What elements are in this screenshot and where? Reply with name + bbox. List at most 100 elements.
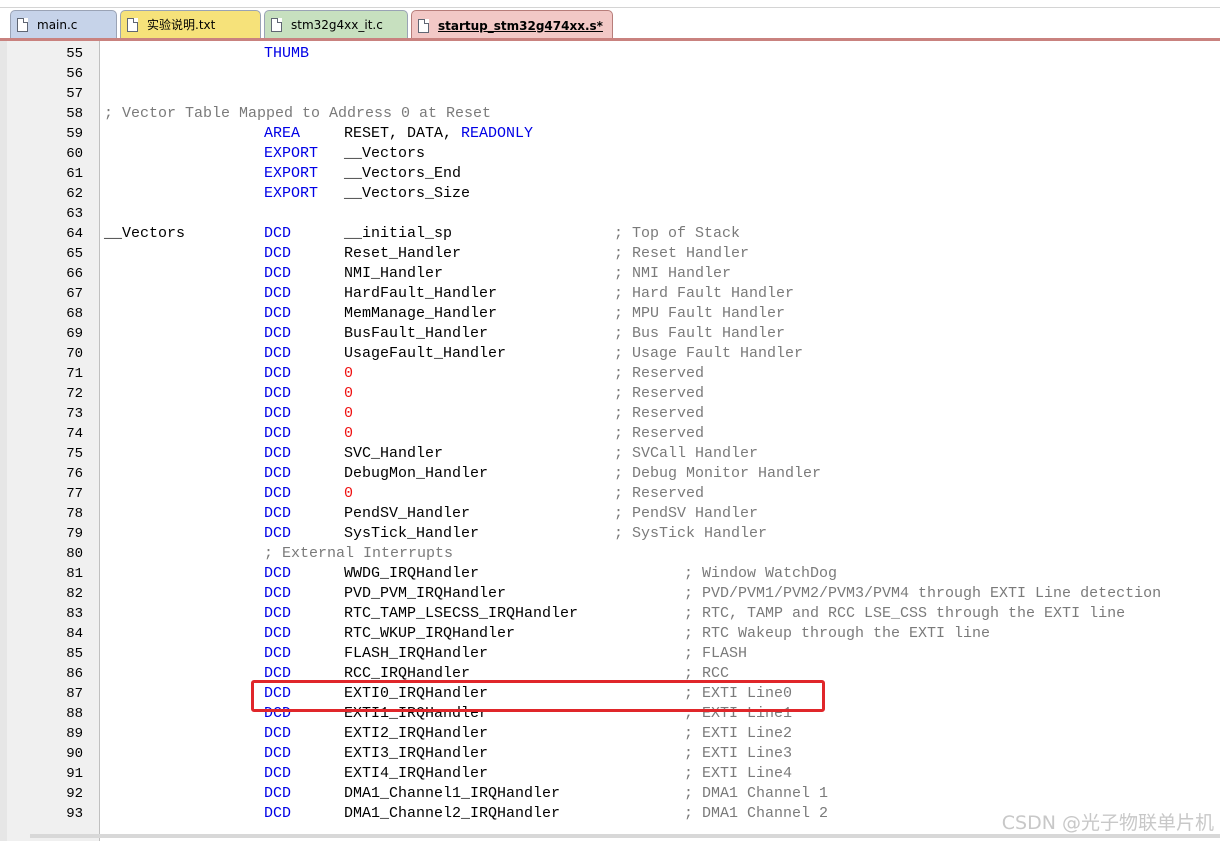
- file-icon: [127, 17, 138, 32]
- code-comment: ; Usage Fault Handler: [614, 345, 804, 362]
- line-number: 70: [66, 346, 83, 362]
- code-comment: ; Reserved: [614, 485, 705, 502]
- code-line[interactable]: 63: [0, 204, 1220, 224]
- code-number: 0: [344, 425, 354, 442]
- code-keyword: READONLY: [461, 125, 534, 142]
- code-operand: BusFault_Handler: [344, 324, 488, 344]
- code-directive: DCD: [264, 565, 292, 582]
- line-number: 69: [66, 326, 83, 342]
- line-number: 56: [66, 66, 83, 82]
- code-directive: DCD: [264, 405, 292, 422]
- code-line[interactable]: 89 DCD EXTI2_IRQHandler ; EXTI Line2: [0, 724, 1220, 744]
- code-operand: NMI_Handler: [344, 264, 443, 284]
- code-line[interactable]: 60 EXPORT __Vectors: [0, 144, 1220, 164]
- line-number: 68: [66, 306, 83, 322]
- code-operand: RTC_WKUP_IRQHandler: [344, 624, 515, 644]
- code-line[interactable]: 78 DCD PendSV_Handler ; PendSV Handler: [0, 504, 1220, 524]
- tab-label: main.c: [37, 17, 78, 32]
- code-directive: DCD: [264, 625, 292, 642]
- code-line[interactable]: 66 DCD NMI_Handler ; NMI Handler: [0, 264, 1220, 284]
- line-number: 76: [66, 466, 83, 482]
- code-symbol: DMA1_Channel2_IRQHandler: [344, 805, 561, 822]
- code-line[interactable]: 64 __Vectors DCD __initial_sp ; Top of Stack: [0, 224, 1220, 244]
- line-number: 92: [66, 786, 83, 802]
- code-line[interactable]: 92 DCD DMA1_Channel1_IRQHandler ; DMA1 Chan…: [0, 784, 1220, 804]
- code-operand: DebugMon_Handler: [344, 464, 488, 484]
- tab-label: stm32g4xx_it.c: [291, 17, 383, 32]
- code-symbol: DebugMon_Handler: [344, 465, 489, 482]
- line-number: 72: [66, 386, 83, 402]
- code-comment: ; DMA1 Channel 2: [684, 805, 829, 822]
- code-number: 0: [344, 405, 354, 422]
- code-line[interactable]: 71 DCD 0 ; Reserved: [0, 364, 1220, 384]
- code-operand: EXTI2_IRQHandler: [344, 724, 488, 744]
- code-line[interactable]: 74 DCD 0 ; Reserved: [0, 424, 1220, 444]
- code-line[interactable]: 82 DCD PVD_PVM_IRQHandler ; PVD/PVM1/PVM2/P…: [0, 584, 1220, 604]
- code-line[interactable]: 83 DCD RTC_TAMP_LSECSS_IRQHandler ; RTC, TA…: [0, 604, 1220, 624]
- code-line[interactable]: 57: [0, 84, 1220, 104]
- tab-startup-s-active[interactable]: startup_stm32g474xx.s*: [411, 10, 613, 40]
- code-line[interactable]: 70 DCD UsageFault_Handler ; Usage Fault Han…: [0, 344, 1220, 364]
- code-symbol: UsageFault_Handler: [344, 345, 507, 362]
- code-symbol: __initial_sp: [344, 225, 453, 242]
- code-line[interactable]: 85 DCD FLASH_IRQHandler ; FLASH: [0, 644, 1220, 664]
- code-symbol: RTC_WKUP_IRQHandler: [344, 625, 516, 642]
- file-icon: [418, 18, 429, 33]
- code-number: 0: [344, 385, 354, 402]
- code-operand: EXTI3_IRQHandler: [344, 744, 488, 764]
- code-symbol: PendSV_Handler: [344, 505, 471, 522]
- code-comment: ; Top of Stack: [614, 225, 741, 242]
- code-directive: DCD: [264, 645, 292, 662]
- line-number: 80: [66, 546, 83, 562]
- tab-readme-txt[interactable]: 实验说明.txt: [120, 10, 261, 38]
- code-comment: ; SysTick Handler: [614, 525, 768, 542]
- line-number: 67: [66, 286, 83, 302]
- code-line[interactable]: 58 ; Vector Table Mapped to Address 0 at …: [0, 104, 1220, 124]
- line-number: 63: [66, 206, 83, 222]
- line-number: 65: [66, 246, 83, 262]
- code-line[interactable]: 91 DCD EXTI4_IRQHandler ; EXTI Line4: [0, 764, 1220, 784]
- code-directive: DCD: [264, 465, 292, 482]
- tab-main-c[interactable]: main.c: [10, 10, 117, 38]
- code-operand: HardFault_Handler: [344, 284, 497, 304]
- code-line[interactable]: 84 DCD RTC_WKUP_IRQHandler ; RTC Wakeup thr…: [0, 624, 1220, 644]
- code-operand: __Vectors_End: [344, 164, 461, 184]
- code-line[interactable]: 61 EXPORT __Vectors_End: [0, 164, 1220, 184]
- code-line[interactable]: 72 DCD 0 ; Reserved: [0, 384, 1220, 404]
- tab-stm32g4xx-it-c[interactable]: stm32g4xx_it.c: [264, 10, 408, 38]
- code-line[interactable]: 90 DCD EXTI3_IRQHandler ; EXTI Line3: [0, 744, 1220, 764]
- code-line[interactable]: 79 DCD SysTick_Handler ; SysTick Handler: [0, 524, 1220, 544]
- code-line[interactable]: 55 THUMB: [0, 44, 1220, 64]
- line-number: 89: [66, 726, 83, 742]
- code-line[interactable]: 59 AREA RESET, DATA, READONLY: [0, 124, 1220, 144]
- code-line[interactable]: 81 DCD WWDG_IRQHandler ; Window WatchDog: [0, 564, 1220, 584]
- code-directive: DCD: [264, 605, 292, 622]
- code-comment: ; Vector Table Mapped to Address 0 at Re…: [104, 105, 492, 122]
- code-line[interactable]: 80 ; External Interrupts: [0, 544, 1220, 564]
- code-operand: 0: [344, 364, 353, 384]
- code-line[interactable]: 69 DCD BusFault_Handler ; Bus Fault Handler: [0, 324, 1220, 344]
- code-operand: SVC_Handler: [344, 444, 443, 464]
- code-line[interactable]: 67 DCD HardFault_Handler ; Hard Fault Handl…: [0, 284, 1220, 304]
- code-line[interactable]: 56: [0, 64, 1220, 84]
- code-line[interactable]: 68 DCD MemManage_Handler ; MPU Fault Handle…: [0, 304, 1220, 324]
- line-number: 93: [66, 806, 83, 822]
- code-directive: DCD: [264, 585, 292, 602]
- line-number: 57: [66, 86, 83, 102]
- code-line[interactable]: 75 DCD SVC_Handler ; SVCall Handler: [0, 444, 1220, 464]
- code-line[interactable]: 77 DCD 0 ; Reserved: [0, 484, 1220, 504]
- code-directive: DCD: [264, 325, 292, 342]
- code-comment: ; Reset Handler: [614, 245, 750, 262]
- code-line[interactable]: 76 DCD DebugMon_Handler ; Debug Monitor Han…: [0, 464, 1220, 484]
- code-line[interactable]: 73 DCD 0 ; Reserved: [0, 404, 1220, 424]
- code-symbol: FLASH_IRQHandler: [344, 645, 489, 662]
- code-operand: RTC_TAMP_LSECSS_IRQHandler: [344, 604, 578, 624]
- code-directive: DCD: [264, 425, 292, 442]
- code-comment: ; PVD/PVM1/PVM2/PVM3/PVM4 through EXTI L…: [684, 585, 1162, 602]
- code-line[interactable]: 65 DCD Reset_Handler ; Reset Handler: [0, 244, 1220, 264]
- code-symbol: BusFault_Handler: [344, 325, 489, 342]
- code-comment: ; EXTI Line2: [684, 725, 793, 742]
- code-operand: __initial_sp: [344, 224, 452, 244]
- code-line[interactable]: 62 EXPORT __Vectors_Size: [0, 184, 1220, 204]
- code-comment: ; SVCall Handler: [614, 445, 759, 462]
